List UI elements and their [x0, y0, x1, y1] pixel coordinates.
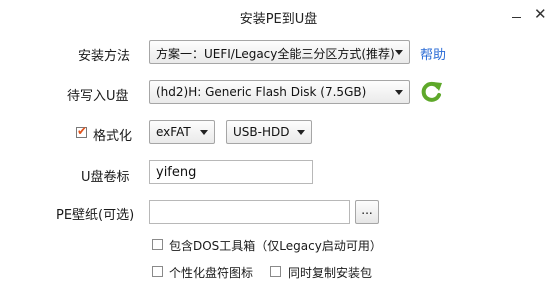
chevron-down-icon [200, 130, 208, 135]
close-button[interactable]: ✕ [532, 3, 552, 27]
chevron-down-icon [297, 130, 305, 135]
help-link[interactable]: 帮助 [420, 44, 446, 63]
target-disk-select[interactable]: (hd2)H: Generic Flash Disk (7.5GB) [149, 80, 410, 104]
filesystem-value: exFAT [156, 125, 191, 139]
target-disk-label: 待写入U盘 [67, 89, 129, 104]
window-title: 安装PE到U盘 [239, 12, 318, 27]
checkmark-icon: ✔ [77, 124, 88, 138]
dos-toolbox-checkbox[interactable] [152, 239, 163, 250]
method-select[interactable]: 方案一：UEFI/Legacy全能三分区方式(推荐) [149, 40, 410, 64]
wallpaper-input[interactable] [149, 200, 350, 224]
method-label: 安装方法 [78, 49, 131, 64]
mode-select[interactable]: USB-HDD [226, 120, 312, 144]
volume-label-input[interactable] [149, 160, 313, 184]
mode-value: USB-HDD [233, 125, 290, 139]
refresh-button[interactable] [418, 79, 444, 105]
format-label: 格式化 [93, 129, 133, 144]
target-disk-value: (hd2)H: Generic Flash Disk (7.5GB) [156, 85, 367, 99]
format-checkbox[interactable]: ✔ [76, 124, 88, 138]
title-bar: 安装PE到U盘 ✕ [0, 0, 557, 33]
copy-package-checkbox[interactable] [270, 266, 281, 277]
browse-button[interactable]: ... [355, 200, 379, 224]
custom-icon-label: 个性化盘符图标 [169, 266, 254, 280]
dos-toolbox-label: 包含DOS工具箱（仅Legacy启动可用） [169, 239, 382, 253]
chevron-down-icon [395, 90, 403, 95]
copy-package-label: 同时复制安装包 [288, 266, 373, 280]
wallpaper-field[interactable] [150, 201, 349, 223]
minimize-button[interactable] [506, 3, 526, 27]
volume-label-field[interactable] [150, 161, 312, 183]
method-value: 方案一：UEFI/Legacy全能三分区方式(推荐) [156, 47, 395, 61]
chevron-down-icon [395, 50, 403, 55]
refresh-icon [421, 81, 442, 102]
volume-label-label: U盘卷标 [81, 170, 130, 185]
custom-icon-checkbox[interactable] [152, 266, 163, 277]
minimize-icon [512, 17, 521, 18]
close-icon: ✕ [534, 5, 547, 23]
wallpaper-label: PE壁纸(可选) [56, 208, 135, 223]
filesystem-select[interactable]: exFAT [149, 120, 215, 144]
